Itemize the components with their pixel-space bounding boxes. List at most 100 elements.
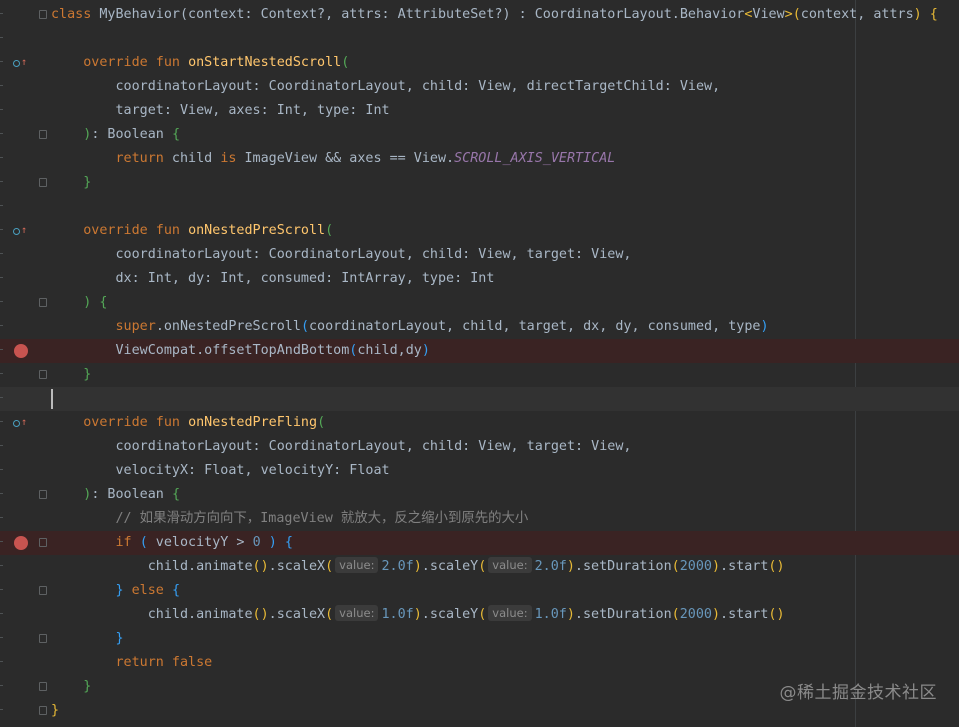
code-line[interactable] [0,195,959,219]
gutter-tick [0,709,3,710]
code-token: 1.0f [534,607,567,622]
code-line[interactable]: } [0,171,959,195]
code-line[interactable]: return child is ImageView && axes == Vie… [0,147,959,171]
code-line[interactable]: ) { [0,291,959,315]
code-token: override fun [83,55,180,70]
gutter-tick [0,517,3,518]
fold-toggle-icon[interactable] [39,634,47,643]
code-line[interactable]: class MyBehavior(context: Context?, attr… [0,3,959,27]
gutter-tick [0,541,3,542]
code-token: ( [478,607,487,622]
code-token: coordinatorLayout, child, target, dx, dy… [309,319,761,334]
fold-toggle-icon[interactable] [39,586,47,595]
code-line[interactable]: dx: Int, dy: Int, consumed: IntArray, ty… [0,267,959,291]
code-text: override fun onNestedPreFling( [51,411,325,435]
gutter-tick [0,613,3,614]
code-line[interactable]: ): Boolean { [0,483,959,507]
code-text: override fun onNestedPreScroll( [51,219,333,243]
code-token: > [784,7,793,22]
code-token: .setDuration [574,607,672,622]
code-line[interactable]: child.animate().scaleX(value: 2.0f).scale… [0,555,959,579]
code-line[interactable]: ↑ override fun onStartNestedScroll( [0,51,959,75]
code-text: dx: Int, dy: Int, consumed: IntArray, ty… [51,267,494,291]
fold-toggle-icon[interactable] [39,538,47,547]
code-token: ( [671,607,680,622]
override-method-icon[interactable]: ↑ [13,57,31,69]
code-token: ( [792,7,801,22]
code-token: ) [421,343,430,358]
fold-toggle-icon[interactable] [39,490,47,499]
code-text: ) { [51,291,107,315]
code-token: ) [711,607,721,622]
code-text: target: View, axes: Int, type: Int [51,99,389,123]
code-line[interactable]: return false [0,651,959,675]
code-line[interactable]: ↑ override fun onNestedPreScroll( [0,219,959,243]
code-text: } [51,675,91,699]
gutter-tick [0,133,3,134]
code-token: ViewCompat.offsetTopAndBottom [51,343,350,358]
code-token: .scaleX [268,559,326,574]
code-line[interactable]: } else { [0,579,959,603]
breakpoint-icon[interactable] [14,344,28,358]
code-token: ) [711,559,721,574]
code-token: ) [913,7,922,22]
fold-toggle-icon[interactable] [39,10,47,19]
code-line[interactable]: child.animate().scaleX(value: 1.0f).scale… [0,603,959,627]
code-line[interactable]: coordinatorLayout: CoordinatorLayout, ch… [0,75,959,99]
code-token: ) [760,319,769,334]
code-line[interactable]: } [0,363,959,387]
code-editor[interactable]: class MyBehavior(context: Context?, attr… [0,0,959,727]
code-text: coordinatorLayout: CoordinatorLayout, ch… [51,75,720,99]
override-method-icon[interactable]: ↑ [13,225,31,237]
code-line[interactable]: if ( velocityY > 0 ) { [0,531,959,555]
code-line[interactable] [0,387,959,411]
fold-toggle-icon[interactable] [39,178,47,187]
code-line[interactable] [0,27,959,51]
code-line[interactable]: coordinatorLayout: CoordinatorLayout, ch… [0,243,959,267]
code-token: override fun [83,223,180,238]
code-token: .scaleY [421,559,479,574]
code-text: ): Boolean { [51,483,180,507]
code-text: child.animate().scaleX(value: 1.0f).scale… [51,603,785,627]
fold-toggle-icon[interactable] [39,130,47,139]
gutter-tick [0,181,3,182]
gutter-tick [0,253,3,254]
code-token: () [252,607,269,622]
code-token: ) [566,559,575,574]
code-token: } [83,679,92,694]
code-text: velocityX: Float, velocityY: Float [51,459,389,483]
code-line[interactable]: super.onNestedPreScroll(coordinatorLayou… [0,315,959,339]
code-token: // 如果滑动方向向下，ImageView 就放大，反之缩小到原先的大小 [115,511,529,526]
code-token: .scaleX [268,607,326,622]
breakpoint-icon[interactable] [14,536,28,550]
code-line[interactable]: ): Boolean { [0,123,959,147]
code-text: class MyBehavior(context: Context?, attr… [51,3,938,27]
fold-toggle-icon[interactable] [39,370,47,379]
code-line[interactable]: velocityX: Float, velocityY: Float [0,459,959,483]
code-line[interactable]: } [0,627,959,651]
code-line[interactable]: ViewCompat.offsetTopAndBottom(child,dy) [0,339,959,363]
code-line[interactable]: // 如果滑动方向向下，ImageView 就放大，反之缩小到原先的大小 [0,507,959,531]
gutter-tick [0,565,3,566]
code-line[interactable]: coordinatorLayout: CoordinatorLayout, ch… [0,435,959,459]
code-token: 0 [252,535,261,550]
code-token: : Boolean [91,127,172,142]
code-token: { [171,583,180,598]
code-token: ( [671,559,680,574]
override-method-icon[interactable]: ↑ [13,417,31,429]
fold-toggle-icon[interactable] [39,706,47,715]
parameter-hint: value: [488,557,532,573]
code-line[interactable]: target: View, axes: Int, type: Int [0,99,959,123]
code-token: ( [325,223,334,238]
code-text: override fun onStartNestedScroll( [51,51,349,75]
code-line[interactable]: ↑ override fun onNestedPreFling( [0,411,959,435]
code-token: ( [478,559,487,574]
fold-toggle-icon[interactable] [39,682,47,691]
fold-toggle-icon[interactable] [39,298,47,307]
